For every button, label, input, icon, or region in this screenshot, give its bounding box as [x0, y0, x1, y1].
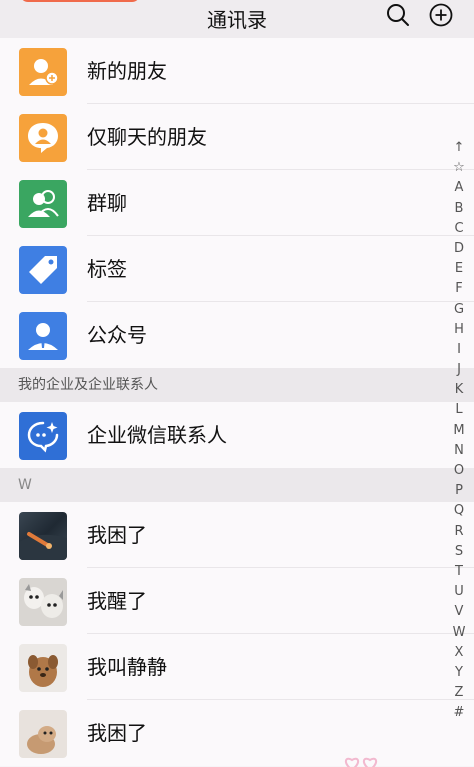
index-letter[interactable]: J [444, 360, 474, 380]
index-letter[interactable]: # [444, 703, 474, 723]
nav-bar: 通讯录 [0, 0, 474, 38]
contact-name: 我叫静静 [87, 655, 167, 679]
index-letter[interactable]: E [444, 259, 474, 279]
index-letter[interactable]: K [444, 380, 474, 400]
index-letter[interactable]: V [444, 602, 474, 622]
wecom-contacts-label: 企业微信联系人 [87, 423, 227, 447]
index-letter[interactable]: N [444, 441, 474, 461]
index-letter[interactable]: I [444, 340, 474, 360]
index-letter[interactable]: X [444, 643, 474, 663]
group-chat-icon [19, 180, 67, 228]
contact-name: 我困了 [87, 523, 147, 547]
index-letter[interactable]: B [444, 199, 474, 219]
contact-name: 我醒了 [87, 589, 147, 613]
index-letter[interactable]: R [444, 522, 474, 542]
tags-label: 标签 [87, 257, 127, 281]
contact-name: 我困了 [87, 721, 147, 745]
index-letter[interactable]: H [444, 320, 474, 340]
official-accounts-item[interactable]: 公众号 [0, 302, 474, 368]
index-letter[interactable]: ☆ [444, 158, 474, 178]
index-letter[interactable]: O [444, 461, 474, 481]
chat-only-friend-icon [19, 114, 67, 162]
new-friends-label: 新的朋友 [87, 59, 167, 83]
chat-only-friends-label: 仅聊天的朋友 [87, 125, 207, 149]
contact-avatar-pet [19, 710, 67, 758]
contact-avatar-puppy [19, 644, 67, 692]
index-letter[interactable]: L [444, 400, 474, 420]
status-pill [20, 0, 140, 2]
contact-row[interactable]: 我困了 [0, 502, 474, 568]
index-letter[interactable]: D [444, 239, 474, 259]
contact-avatar-landscape [19, 512, 67, 560]
chat-only-friends-item[interactable]: 仅聊天的朋友 [0, 104, 474, 170]
index-letter[interactable]: G [444, 300, 474, 320]
index-letter[interactable]: Q [444, 501, 474, 521]
contacts-list: 新的朋友 仅聊天的朋友 群聊 标签 公众号 我的企业及企业联系人 企业微信联系人… [0, 38, 474, 766]
letter-section-header-w: W [0, 468, 474, 502]
tags-item[interactable]: 标签 [0, 236, 474, 302]
contact-row[interactable]: 我醒了 [0, 568, 474, 634]
wecom-contact-icon [19, 412, 67, 460]
index-letter[interactable]: S [444, 542, 474, 562]
wecom-contacts-item[interactable]: 企业微信联系人 [0, 402, 474, 468]
index-letter[interactable]: U [444, 582, 474, 602]
enterprise-section-header: 我的企业及企业联系人 [0, 368, 474, 402]
index-letter[interactable]: W [444, 623, 474, 643]
index-letter[interactable]: Y [444, 663, 474, 683]
index-letter[interactable]: T [444, 562, 474, 582]
new-friends-item[interactable]: 新的朋友 [0, 38, 474, 104]
index-letter[interactable]: Z [444, 683, 474, 703]
group-chat-label: 群聊 [87, 191, 127, 215]
index-letter[interactable]: ↑ [444, 138, 474, 158]
index-letter[interactable]: P [444, 481, 474, 501]
official-accounts-label: 公众号 [87, 323, 147, 347]
contact-row[interactable]: 我叫静静 [0, 634, 474, 700]
alphabet-index-bar[interactable]: ↑ ☆ A B C D E F G H I J K L M N O P Q R … [444, 138, 474, 723]
new-friend-icon [19, 48, 67, 96]
tag-icon [19, 246, 67, 294]
search-icon[interactable] [385, 2, 411, 28]
index-letter[interactable]: F [444, 279, 474, 299]
index-letter[interactable]: A [444, 178, 474, 198]
index-letter[interactable]: M [444, 421, 474, 441]
contact-avatar-dogs [19, 578, 67, 626]
heart-decoration-icon [345, 757, 377, 767]
contact-row[interactable]: 我困了 [0, 700, 474, 766]
add-circle-icon[interactable] [428, 2, 454, 28]
index-letter[interactable]: C [444, 219, 474, 239]
group-chat-item[interactable]: 群聊 [0, 170, 474, 236]
official-account-icon [19, 312, 67, 360]
